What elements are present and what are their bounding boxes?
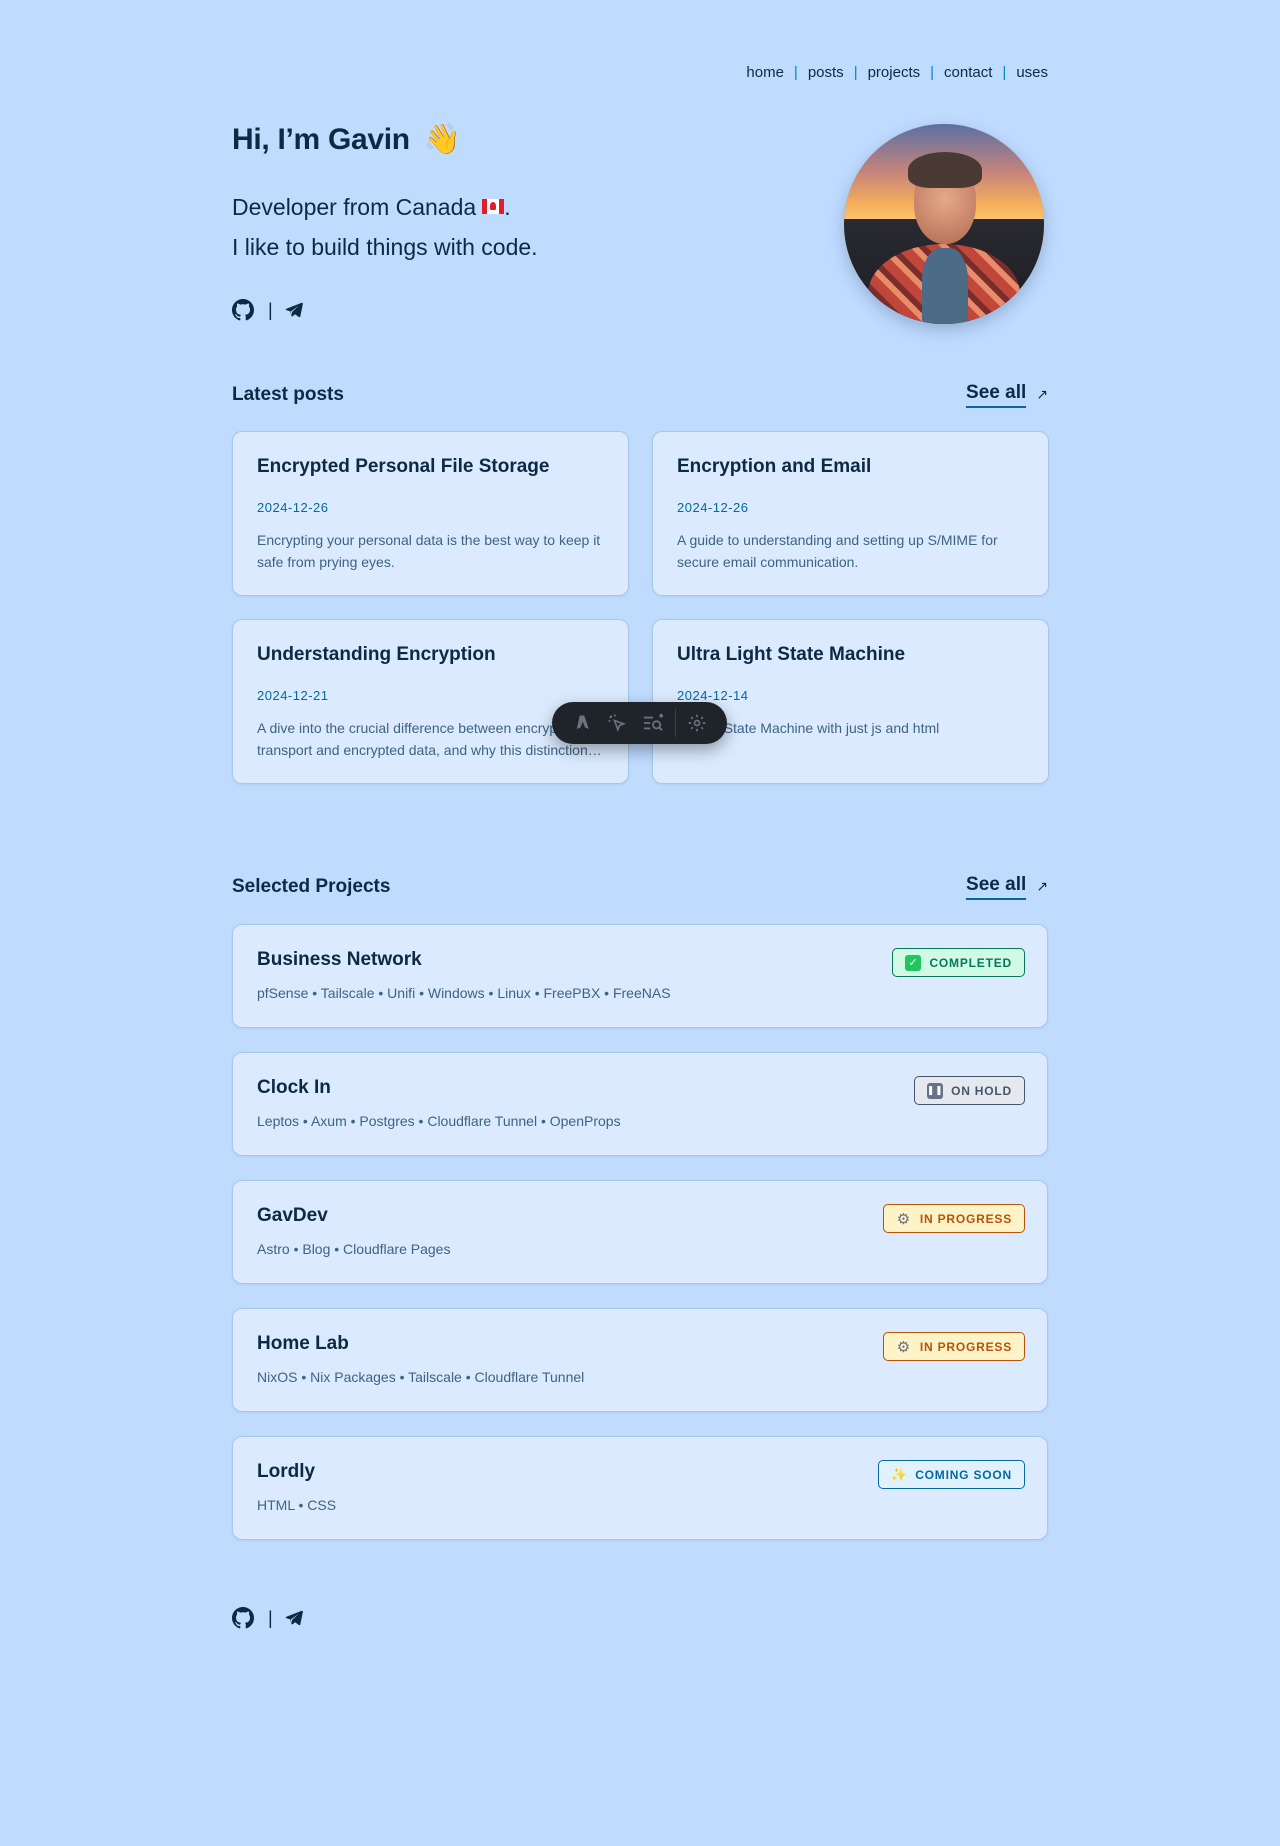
latest-posts-title: Latest posts [232, 384, 344, 405]
hero-title-text: Hi, I’m Gavin [232, 123, 410, 156]
project-card[interactable]: Business Network pfSense • Tailscale • U… [232, 924, 1048, 1028]
social-separator: | [268, 1607, 273, 1628]
pause-icon: ❚❚ [927, 1082, 944, 1099]
status-label: COMPLETED [929, 955, 1012, 970]
hero-title: Hi, I’m Gavin 👋 [232, 122, 461, 157]
astro-logo-icon[interactable] [564, 708, 600, 738]
posts-see-all-link[interactable]: See all ↗ [966, 382, 1048, 408]
status-label: ON HOLD [951, 1083, 1012, 1098]
post-date: 2024-12-14 [677, 688, 749, 703]
nav-separator: | [930, 64, 935, 81]
project-stack: NixOS • Nix Packages • Tailscale • Cloud… [257, 1369, 585, 1385]
post-date: 2024-12-26 [677, 500, 749, 515]
project-title: Clock In [257, 1077, 331, 1098]
telegram-icon[interactable] [285, 1609, 303, 1627]
nav-uses-link[interactable]: uses [1016, 64, 1048, 81]
check-icon: ✓ [905, 954, 922, 971]
nav-projects-link[interactable]: projects [868, 64, 921, 81]
nav-separator: | [1002, 64, 1007, 81]
project-stack: Astro • Blog • Cloudflare Pages [257, 1241, 451, 1257]
nav-posts-link[interactable]: posts [808, 64, 844, 81]
gear-icon: ⚙ [896, 1338, 911, 1356]
avatar-tee [922, 248, 968, 324]
post-title: Encryption and Email [677, 456, 872, 477]
project-card[interactable]: Home Lab NixOS • Nix Packages • Tailscal… [232, 1308, 1048, 1412]
project-card[interactable]: GavDev Astro • Blog • Cloudflare Pages ⚙… [232, 1180, 1048, 1284]
hero-intro-period: . [504, 194, 511, 220]
hero-intro: Developer from Canada. [232, 194, 511, 221]
projects-see-all-link[interactable]: See all ↗ [966, 874, 1048, 900]
wave-emoji-icon: 👋 [423, 123, 461, 156]
hero-intro-text: Developer from Canada [232, 194, 477, 220]
post-card[interactable]: Encrypted Personal File Storage 2024-12-… [232, 431, 629, 596]
arrow-up-right-icon: ↗ [1036, 385, 1048, 402]
github-icon[interactable] [232, 1607, 254, 1629]
status-badge: ⚙ IN PROGRESS [882, 1332, 1025, 1361]
gear-icon: ⚙ [896, 1210, 911, 1228]
canada-flag-icon [482, 199, 505, 214]
status-badge: ✨ COMING SOON [878, 1460, 1025, 1489]
status-label: COMING SOON [915, 1467, 1012, 1482]
post-description: A guide to understanding and setting up … [677, 532, 998, 570]
projects-title: Selected Projects [232, 876, 391, 897]
telegram-icon[interactable] [285, 301, 303, 319]
project-stack: pfSense • Tailscale • Unifi • Windows • … [257, 985, 671, 1001]
status-label: IN PROGRESS [919, 1339, 1012, 1354]
post-card[interactable]: Encryption and Email 2024-12-26 A guide … [652, 431, 1049, 596]
settings-gear-icon[interactable] [679, 708, 715, 738]
post-title: Encrypted Personal File Storage [257, 456, 550, 477]
status-badge: ⚙ IN PROGRESS [882, 1204, 1025, 1233]
project-card[interactable]: Clock In Leptos • Axum • Postgres • Clou… [232, 1052, 1048, 1156]
projects-header: Selected Projects See all ↗ [232, 874, 1048, 900]
avatar-hair [908, 152, 982, 188]
dev-toolbar [552, 702, 727, 744]
status-label: IN PROGRESS [919, 1211, 1012, 1226]
project-stack: HTML • CSS [257, 1497, 337, 1513]
post-description: Encrypting your personal data is the bes… [257, 532, 601, 570]
social-links: | [232, 299, 303, 321]
post-date: 2024-12-26 [257, 500, 329, 515]
sparkles-icon: ✨ [890, 1466, 908, 1482]
top-nav: home | posts | projects | contact | uses [746, 64, 1048, 81]
arrow-up-right-icon: ↗ [1036, 877, 1048, 894]
post-card[interactable]: Ultra Light State Machine 2024-12-14 Bui… [652, 619, 1049, 784]
see-all-label: See all [966, 874, 1027, 900]
nav-home-link[interactable]: home [746, 64, 784, 81]
status-badge: ✓ COMPLETED [892, 948, 1025, 977]
toolbar-divider [674, 709, 676, 737]
status-badge: ❚❚ ON HOLD [914, 1076, 1025, 1105]
footer-social-links: | [232, 1607, 303, 1629]
hero-tagline: I like to build things with code. [232, 234, 538, 260]
project-stack: Leptos • Axum • Postgres • Cloudflare Tu… [257, 1113, 621, 1129]
nav-separator: | [793, 64, 798, 81]
post-description: Build a State Machine with just js and h… [677, 720, 940, 736]
post-date: 2024-12-21 [257, 688, 329, 703]
post-title: Understanding Encryption [257, 644, 496, 665]
project-card[interactable]: Lordly HTML • CSS ✨ COMING SOON [232, 1436, 1048, 1540]
see-all-label: See all [966, 382, 1027, 408]
github-icon[interactable] [232, 299, 254, 321]
latest-posts-header: Latest posts See all ↗ [232, 382, 1048, 408]
cursor-click-icon[interactable] [600, 708, 636, 738]
search-list-icon[interactable] [635, 708, 671, 738]
social-separator: | [268, 299, 273, 320]
nav-separator: | [853, 64, 858, 81]
nav-contact-link[interactable]: contact [944, 64, 992, 81]
post-title: Ultra Light State Machine [677, 644, 906, 665]
avatar [844, 124, 1044, 324]
